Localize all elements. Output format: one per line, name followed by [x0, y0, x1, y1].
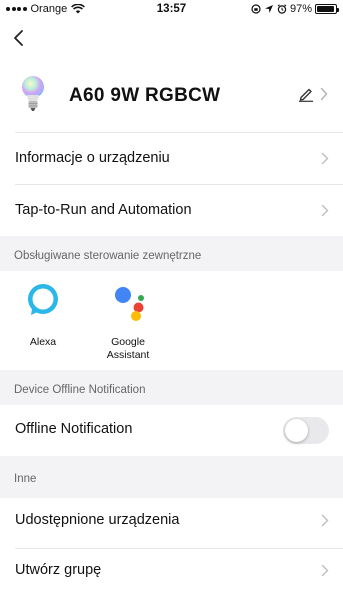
- chevron-right-icon: [320, 87, 328, 101]
- status-bar: Orange 13:57 97%: [0, 0, 343, 20]
- google-assistant-label: Google Assistant: [106, 336, 150, 361]
- rotation-lock-icon: [251, 4, 261, 14]
- device-name: A60 9W RGBCW: [69, 85, 221, 106]
- battery-percent: 97%: [289, 3, 312, 15]
- voice-section-header: Obsługiwane sterowanie zewnętrzne: [0, 236, 343, 271]
- tap-to-run-row[interactable]: Tap-to-Run and Automation: [0, 185, 343, 236]
- shared-devices-row[interactable]: Udostępnione urządzenia: [0, 498, 343, 549]
- other-section-header: Inne: [0, 456, 343, 498]
- back-button[interactable]: [8, 26, 30, 50]
- offline-notification-label: Offline Notification: [15, 421, 133, 437]
- offline-notification-toggle[interactable]: [283, 417, 329, 444]
- alexa-icon: [28, 284, 58, 315]
- alarm-icon: [277, 4, 287, 14]
- toggle-knob: [285, 419, 308, 442]
- device-info-label: Informacje o urządzeniu: [15, 150, 170, 166]
- shared-devices-label: Udostępnione urządzenia: [15, 512, 180, 528]
- voice-section-title: Obsługiwane sterowanie zewnętrzne: [14, 250, 202, 262]
- chevron-right-icon: [321, 514, 329, 527]
- rgb-bulb-icon: [22, 76, 44, 111]
- offline-notification-row: Offline Notification: [0, 405, 343, 456]
- device-info-row[interactable]: Informacje o urządzeniu: [0, 133, 343, 185]
- google-assistant-icon: [115, 287, 144, 321]
- device-header[interactable]: A60 9W RGBCW: [0, 70, 343, 124]
- google-assistant-option[interactable]: Google Assistant: [93, 281, 163, 362]
- alexa-option[interactable]: Alexa: [8, 281, 78, 349]
- edit-pencil-icon[interactable]: [298, 86, 314, 102]
- create-group-row[interactable]: Utwórz grupę: [0, 549, 343, 600]
- voice-assistants-area: Alexa Google Assistant: [0, 271, 343, 370]
- chevron-right-icon: [321, 152, 329, 165]
- create-group-label: Utwórz grupę: [15, 562, 102, 578]
- alexa-label: Alexa: [29, 336, 57, 348]
- other-section-title: Inne: [14, 473, 37, 485]
- tap-to-run-label: Tap-to-Run and Automation: [15, 202, 192, 218]
- battery-fill: [317, 6, 335, 12]
- status-right: 97%: [251, 3, 339, 15]
- offline-section-title: Device Offline Notification: [14, 384, 146, 396]
- chevron-right-icon: [321, 204, 329, 217]
- chevron-right-icon: [321, 564, 329, 577]
- battery-icon: [315, 4, 339, 14]
- offline-section-header: Device Offline Notification: [0, 370, 343, 405]
- location-icon: [264, 5, 273, 13]
